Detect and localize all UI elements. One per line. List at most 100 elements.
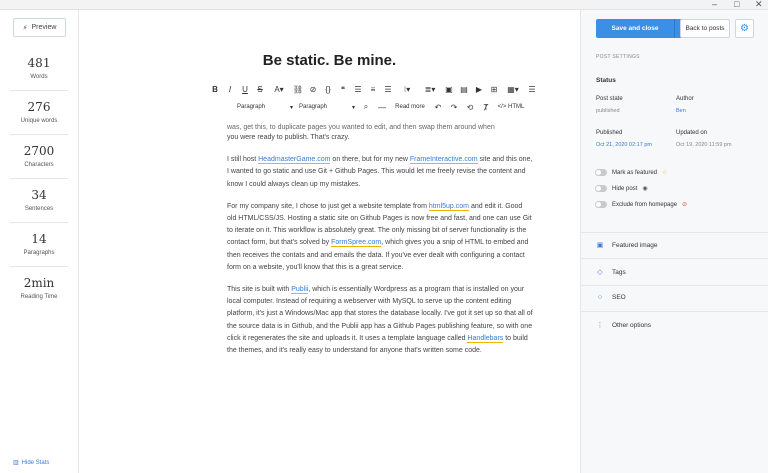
toggle-switch[interactable] [595,201,607,208]
toggle-mark-as-featured[interactable]: Mark as featured ☆ [595,169,667,176]
underline-button[interactable]: U [240,82,250,96]
link-headmastergame[interactable]: HeadmasterGame.com [258,156,331,165]
link-frameinteractive[interactable]: FrameInteractive.com [409,156,478,165]
link-icon[interactable]: ⛓ [293,82,303,96]
gallery-icon[interactable]: ▤ [459,82,469,96]
stat-value: 276 [27,100,51,114]
divider [581,232,768,233]
stat-value: 2min [23,276,55,290]
bold-button[interactable]: B [210,82,220,96]
bullet-list-icon[interactable]: ⁝▾ [398,82,416,96]
back-to-posts-button[interactable]: Back to posts [680,19,730,38]
post-title[interactable]: Be static. Be mine. [80,52,579,69]
more-icon[interactable]: ☰ [527,82,537,96]
select-value: Paragraph [237,104,266,110]
search-icon: ○ [597,294,603,301]
menu-tags[interactable]: ◇ Tags [596,268,625,277]
align-left-icon[interactable]: ☰ [353,82,363,96]
maximize-button[interactable]: □ [734,0,739,10]
link-publii[interactable]: Publii [291,286,309,295]
numbered-list-icon[interactable]: ≣▾ [421,82,439,96]
chevron-down-icon: ▾ [289,104,293,111]
link-handlebars[interactable]: Handlebars [467,334,504,343]
chevron-down-icon: ▾ [351,104,355,111]
stats-sidebar: ⚡ Preview 481 Words 276 Unique words 270… [0,10,79,473]
menu-other-options[interactable]: ⋮ Other options [596,321,652,330]
menu-featured-image[interactable]: ▣ Featured image [596,241,658,250]
search-icon[interactable]: ⌕ [361,100,371,114]
post-content[interactable]: you were ready to publish. That's crazy.… [227,132,533,367]
updated-label: Updated on [676,130,708,136]
stat-paragraphs: 14 Paragraphs [10,232,68,256]
embed-icon[interactable]: ⊞ [489,82,499,96]
quote-icon[interactable]: ❝ [338,82,348,96]
toggle-switch[interactable] [595,169,607,176]
link-formspree[interactable]: FormSpree.com [331,239,382,248]
italic-button[interactable]: I [225,82,235,96]
divider [10,90,68,91]
divider [581,311,768,312]
stat-unique-words: 276 Unique words [10,100,68,124]
undo-icon[interactable]: ↶ [433,100,443,114]
align-right-icon[interactable]: ☰ [383,82,393,96]
code-icon[interactable]: {} [323,82,333,96]
stat-label: Unique words [20,118,58,124]
paragraph-select[interactable]: Paragraph ▾ [237,100,293,114]
align-center-icon[interactable]: ≡ [368,82,378,96]
code-brackets-icon: </> [497,104,508,110]
link-html5up[interactable]: html5up.com [428,202,469,211]
read-more-button[interactable]: Read more [393,100,427,114]
settings-button[interactable]: ⚙ [735,19,754,38]
save-and-close-button[interactable]: Save and close [596,19,674,38]
published-date[interactable]: Oct 21, 2020 02:17 pm [596,142,652,148]
divider [10,178,68,179]
menu-seo[interactable]: ○ SEO [596,294,626,301]
toggle-switch[interactable] [595,185,607,192]
text: I still host [227,156,259,164]
toggle-label: Mark as featured [612,169,658,176]
toolbar-row-2: Paragraph ▾ Paragraph ▾ ⌕ — Read more ↶ … [237,99,525,115]
stat-reading-time: 2min Reading Time [10,276,68,300]
close-button[interactable]: ✕ [755,0,763,10]
hide-stats-link[interactable]: ▥ Hide Stats [13,459,50,467]
clear-format-icon[interactable]: Ⱦ [481,100,491,114]
stat-characters: 2700 Characters [10,144,68,168]
text: on there, but for my new [330,156,410,164]
paragraph: For my company site, I chose to just get… [227,201,533,274]
text: , which is essentially Wordpress as a pr… [227,286,533,342]
toggle-exclude-from-homepage[interactable]: Exclude from homepage ⊘ [595,201,687,208]
stat-label: Paragraphs [23,250,55,256]
stat-value: 34 [31,188,47,202]
history-icon[interactable]: ⟲ [465,100,475,114]
divider [581,258,768,259]
menu-label: SEO [612,294,626,301]
stat-label: Sentences [24,206,54,212]
strikethrough-button[interactable]: S [255,82,265,96]
hide-stats-label: Hide Stats [21,459,50,466]
horizontal-rule-icon[interactable]: — [377,100,387,114]
post-settings-heading: POST SETTINGS [596,54,640,60]
status-heading: Status [596,77,616,84]
more-vertical-icon: ⋮ [596,322,604,329]
minimize-button[interactable]: – [712,0,717,10]
block-icon: ⊘ [682,202,688,208]
author-value[interactable]: Ben [676,108,686,114]
stat-value: 14 [31,232,47,246]
updated-date: Oct 19, 2020 11:59 pm [676,142,732,148]
redo-icon[interactable]: ↷ [449,100,459,114]
image-icon[interactable]: ▣ [444,82,454,96]
preview-button[interactable]: ⚡ Preview [13,18,66,37]
table-icon[interactable]: ▦▾ [504,82,522,96]
menu-label: Featured image [612,241,658,249]
chart-icon: ▥ [13,460,19,466]
stat-label: Words [30,74,48,80]
text: For my company site, I chose to just get… [227,202,429,210]
unlink-icon[interactable]: ⊘ [308,82,318,96]
post-state-value[interactable]: published [596,108,620,114]
text-color-icon[interactable]: A▾ [270,82,288,96]
html-button[interactable]: </> HTML [497,100,525,114]
format-select[interactable]: Paragraph ▾ [299,100,355,114]
video-icon[interactable]: ▶ [474,82,484,96]
post-editor[interactable]: Be static. Be mine. B I U S A▾ ⛓ ⊘ {} ❝ … [80,10,579,473]
toggle-hide-post[interactable]: Hide post ◉ [595,185,648,192]
